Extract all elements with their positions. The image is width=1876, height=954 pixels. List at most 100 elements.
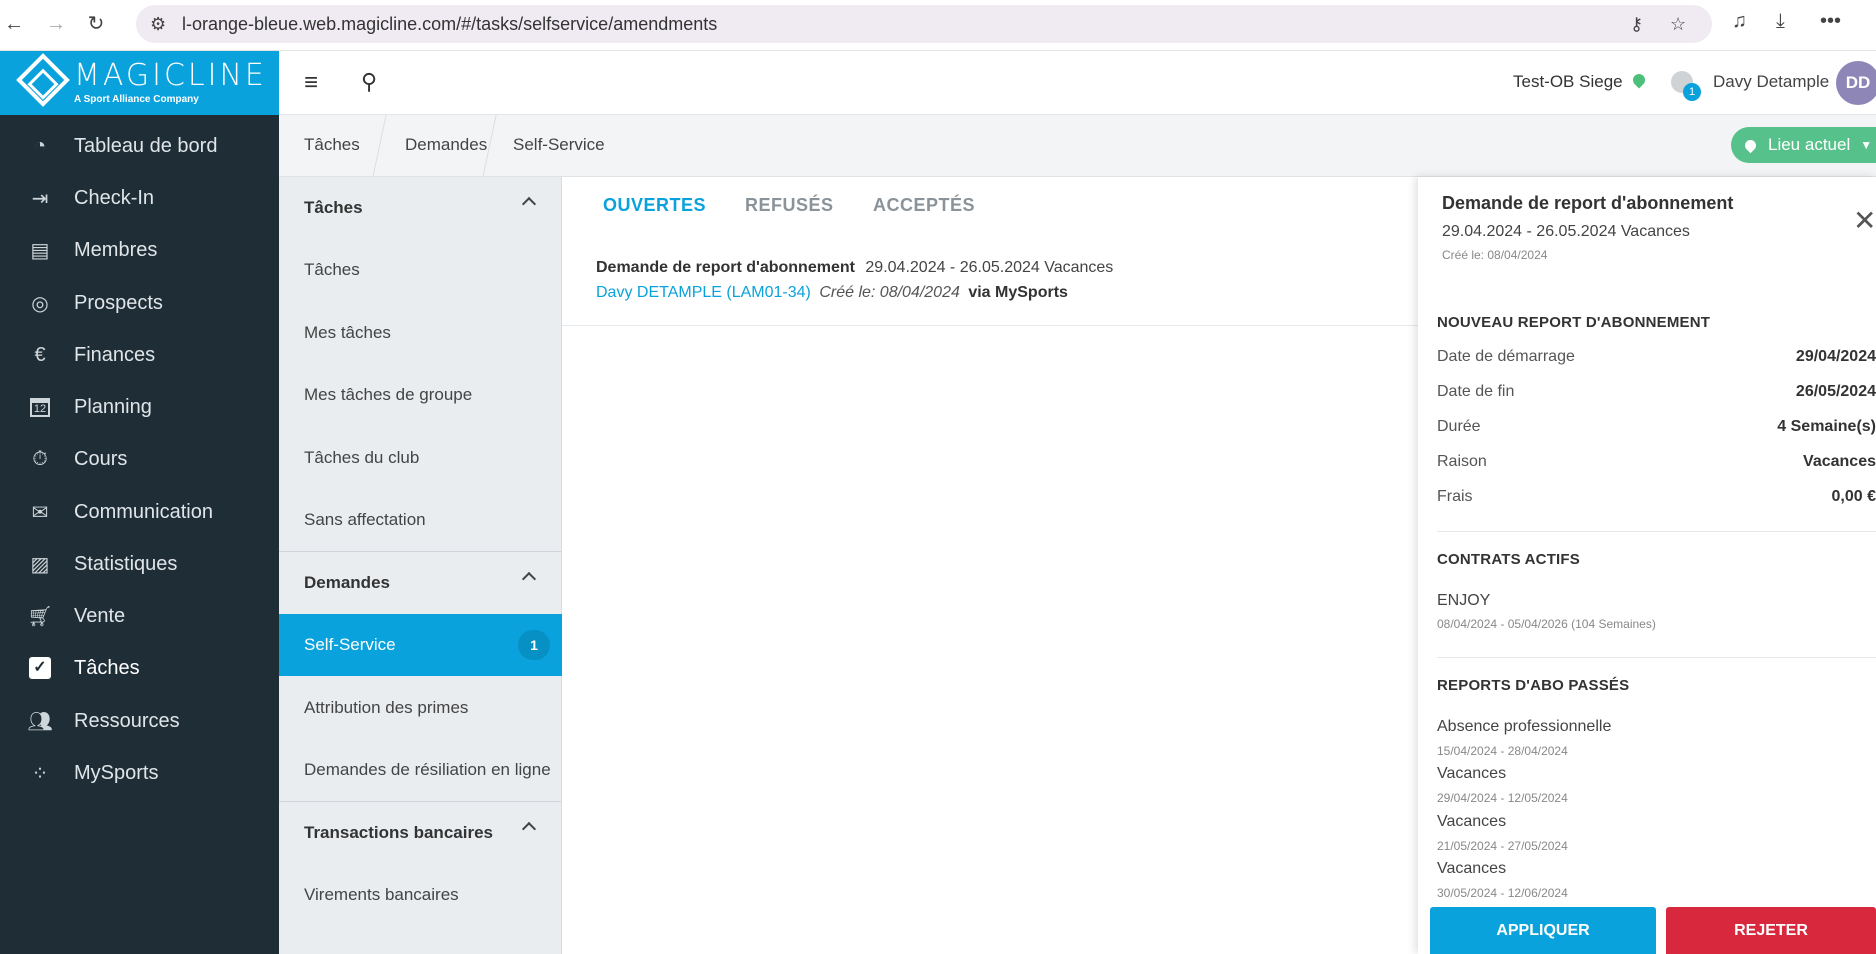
close-icon[interactable]: ✕ xyxy=(1853,207,1876,235)
breadcrumb-demandes[interactable]: Demandes xyxy=(405,135,487,155)
breadcrumb-taches[interactable]: Tâches xyxy=(304,135,360,155)
more-icon[interactable]: ••• xyxy=(1820,10,1841,33)
subnav-section-label: Demandes xyxy=(304,573,390,592)
sidebar-item-planning[interactable]: 12 Planning xyxy=(0,381,279,433)
subnav-item-taches-club[interactable]: Tâches du club xyxy=(279,427,562,489)
sidebar-item-prospects[interactable]: ◎ Prospects xyxy=(0,277,279,329)
dots-grid-icon: ⁘ xyxy=(31,762,49,785)
subnav-item-mes-taches-groupe[interactable]: Mes tâches de groupe xyxy=(279,364,562,426)
logo[interactable]: MAGICLINE A Sport Alliance Company xyxy=(0,51,279,115)
sidebar-item-cours[interactable]: ⏱ Cours xyxy=(0,433,279,485)
contract-dates: 08/04/2024 - 05/04/2026 (104 Semaines) xyxy=(1437,617,1656,631)
detail-label: Date de fin xyxy=(1437,383,1515,400)
subnav-item-resiliation-en-ligne[interactable]: Demandes de résiliation en ligne xyxy=(279,739,562,801)
reject-button[interactable]: REJETER xyxy=(1666,907,1876,954)
sidebar-item-dashboard[interactable]: ◔ Tableau de bord xyxy=(0,120,279,172)
request-detail-panel: Demande de report d'abonnement 29.04.202… xyxy=(1418,177,1876,954)
panel-subtitle: 29.04.2024 - 26.05.2024 Vacances xyxy=(1442,223,1690,240)
breadcrumb-self-service: Self-Service xyxy=(513,135,605,154)
site-info-icon[interactable]: ⚙ xyxy=(150,14,166,35)
key-icon[interactable]: ⚷ xyxy=(1630,14,1643,35)
calendar-icon: 12 xyxy=(26,393,54,421)
sidebar-item-checkin[interactable]: ⇥ Check-In xyxy=(0,172,279,224)
panel-divider xyxy=(1437,657,1876,658)
subnav-section-transactions[interactable]: Transactions bancaires xyxy=(279,802,562,864)
sidebar-item-label: Prospects xyxy=(74,291,163,314)
subnav-section-label: Transactions bancaires xyxy=(304,823,493,842)
media-icon[interactable]: ♫ xyxy=(1732,10,1747,33)
star-icon[interactable]: ☆ xyxy=(1670,14,1686,35)
main-content: OUVERTES REFUSÉS ACCEPTÉS Demande de rep… xyxy=(562,177,1418,954)
self-service-count-badge: 1 xyxy=(518,630,550,660)
subnav-item-sans-affectation[interactable]: Sans affectation xyxy=(279,489,562,551)
detail-value: Vacances xyxy=(1803,453,1876,470)
sidebar-item-mysports[interactable]: ⁘ MySports xyxy=(0,747,279,799)
tab-refuses[interactable]: REFUSÉS xyxy=(745,195,834,216)
subnav-item-label: Self-Service xyxy=(304,635,396,654)
prospects-icon: ◎ xyxy=(31,292,49,315)
member-link[interactable]: Davy DETAMPLE (LAM01-34) xyxy=(596,284,811,301)
sidebar-item-vente[interactable]: 🛒︎ Vente xyxy=(0,590,279,642)
detail-value: 29/04/2024 xyxy=(1795,348,1876,365)
hamburger-menu-icon[interactable]: ≡ xyxy=(304,69,318,97)
tab-ouvertes[interactable]: OUVERTES xyxy=(603,195,706,216)
sidebar-item-taches[interactable]: ✓ Tâches xyxy=(0,642,279,694)
user-name[interactable]: Davy Detample xyxy=(1713,72,1829,92)
detail-value: 0,00 € xyxy=(1831,488,1876,505)
sidebar-item-statistiques[interactable]: ▨ Statistiques xyxy=(0,538,279,590)
subnav-item-self-service[interactable]: Self-Service 1 xyxy=(279,614,562,676)
sidebar-item-members[interactable]: ▤ Membres xyxy=(0,224,279,276)
detail-label: Frais xyxy=(1437,488,1473,505)
subnav-section-demandes[interactable]: Demandes xyxy=(279,552,562,614)
avatar[interactable]: DD xyxy=(1836,61,1876,105)
request-meta: Davy DETAMPLE (LAM01-34) Créé le: 08/04/… xyxy=(596,284,1068,302)
subnav-item-taches[interactable]: Tâches xyxy=(279,239,562,301)
back-icon[interactable]: ← xyxy=(2,12,26,36)
breadcrumb-separator xyxy=(372,115,387,177)
panel-title: Demande de report d'abonnement xyxy=(1442,193,1734,213)
section-past-amendments: REPORTS D'ABO PASSÉS xyxy=(1437,677,1630,694)
sidebar-item-label: Cours xyxy=(74,447,128,470)
sidebar-item-label: Check-In xyxy=(74,186,155,209)
detail-label: Durée xyxy=(1437,418,1481,435)
sidebar-item-ressources[interactable]: 👥︎ Ressources xyxy=(0,695,279,747)
logo-name: MAGICLINE xyxy=(74,58,267,93)
address-bar[interactable]: ⚙ l-orange-bleue.web.magicline.com/#/tas… xyxy=(136,5,1712,43)
chevron-up-icon xyxy=(521,571,537,587)
current-location-button[interactable]: Lieu actuel ▼ xyxy=(1731,127,1876,163)
panel-created: Créé le: 08/04/2024 xyxy=(1442,248,1548,262)
subnav-section-taches[interactable]: Tâches xyxy=(279,177,562,239)
browser-toolbar: ← → ↻ ⚙ l-orange-bleue.web.magicline.com… xyxy=(0,0,1876,51)
club-selector[interactable]: Test-OB Siege xyxy=(1513,71,1648,92)
sidebar-item-label: Communication xyxy=(74,500,213,523)
reload-icon[interactable]: ↻ xyxy=(84,12,108,36)
sidebar-item-label: Statistiques xyxy=(74,552,178,575)
subnav-item-mes-taches[interactable]: Mes tâches xyxy=(279,302,562,364)
forward-icon[interactable]: → xyxy=(44,12,68,36)
euro-icon: € xyxy=(34,343,46,366)
url-text: l-orange-bleue.web.magicline.com/#/tasks… xyxy=(182,14,718,34)
tab-acceptes[interactable]: ACCEPTÉS xyxy=(873,195,975,216)
detail-row: Durée 4 Semaine(s) xyxy=(1437,418,1876,448)
stopwatch-icon: ⏱ xyxy=(32,447,48,470)
cart-icon: 🛒︎ xyxy=(27,605,53,628)
subnav-item-virements-bancaires[interactable]: Virements bancaires xyxy=(279,864,562,926)
request-created: Créé le: 08/04/2024 xyxy=(819,284,960,301)
request-item[interactable]: Demande de report d'abonnement 29.04.202… xyxy=(596,259,1113,277)
subnav-section-label: Tâches xyxy=(304,198,363,217)
download-icon[interactable]: ⤓ xyxy=(1776,10,1785,33)
detail-row: Date de démarrage 29/04/2024 xyxy=(1437,348,1876,378)
chart-icon: ▨ xyxy=(30,553,50,576)
detail-value: 4 Semaine(s) xyxy=(1777,418,1876,435)
search-icon[interactable]: ⚲ xyxy=(361,69,377,95)
sidebar-item-finances[interactable]: € Finances xyxy=(0,329,279,381)
request-title: Demande de report d'abonnement xyxy=(596,259,855,276)
apply-button[interactable]: APPLIQUER xyxy=(1430,907,1656,954)
top-bar: ≡ ⚲ Test-OB Siege 1 Davy Detample DD xyxy=(279,51,1876,115)
sidebar-item-communication[interactable]: ✉ Communication xyxy=(0,486,279,538)
subnav-item-attribution-primes[interactable]: Attribution des primes xyxy=(279,677,562,739)
past-amendment-name: Vacances xyxy=(1437,860,1507,877)
tasks-subnav: Tâches Tâches Mes tâches Mes tâches de g… xyxy=(279,177,562,954)
checkbox-icon: ✓ xyxy=(26,654,54,682)
chevron-down-icon: ▼ xyxy=(1860,138,1873,152)
